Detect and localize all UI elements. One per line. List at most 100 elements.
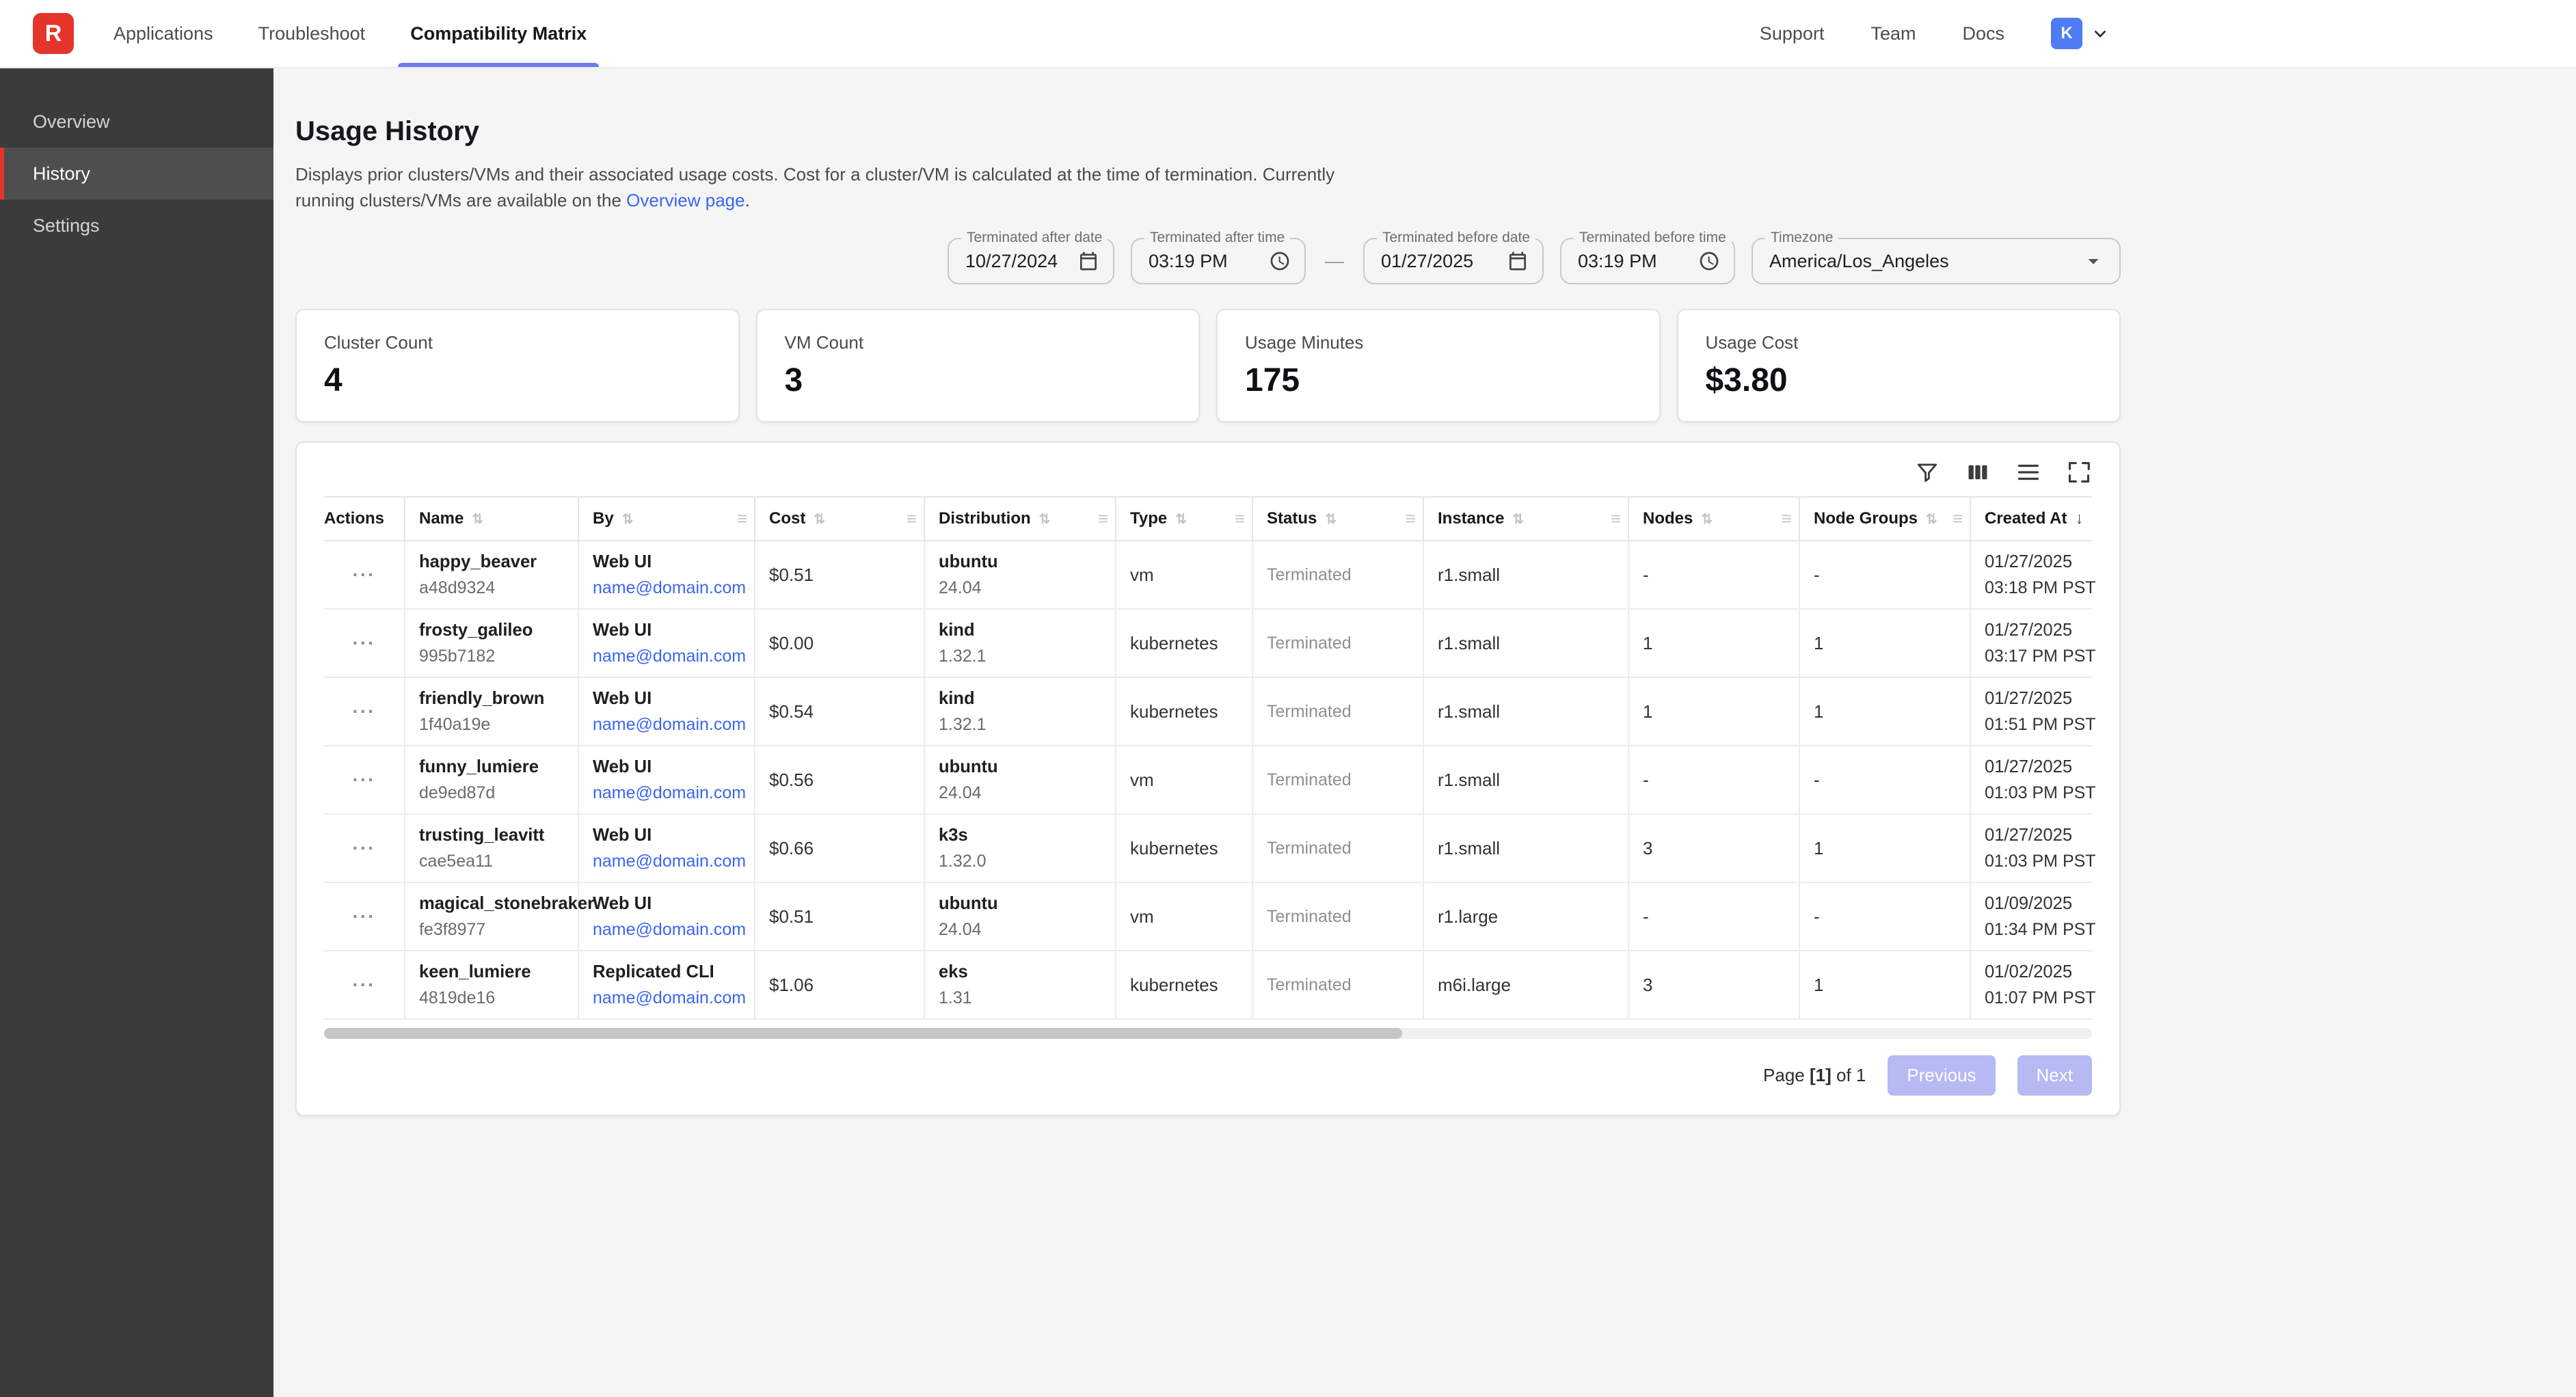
creator-email-link[interactable]: name@domain.com <box>593 578 746 597</box>
filter-button[interactable] <box>1914 459 1940 485</box>
horizontal-scrollbar-thumb[interactable] <box>324 1028 1402 1039</box>
sort-descending-icon[interactable]: ↓ <box>2075 509 2083 528</box>
sort-icon[interactable]: ⇅ <box>814 512 825 527</box>
column-header-created-at[interactable]: Created At↓ <box>1970 497 2092 541</box>
status-cell: Terminated <box>1252 609 1423 677</box>
creator-email-link[interactable]: name@domain.com <box>593 715 746 734</box>
table-header-row: ActionsName⇅By⇅≡Cost⇅≡Distribution⇅≡Type… <box>324 497 2092 541</box>
calendar-icon[interactable] <box>1507 250 1529 272</box>
density-button[interactable] <box>2015 459 2041 485</box>
column-menu-icon[interactable]: ≡ <box>1235 508 1245 530</box>
terminated-after-date-field[interactable]: Terminated after date 10/27/2024 <box>948 238 1114 284</box>
dropdown-arrow-icon[interactable] <box>2081 249 2106 273</box>
column-header-name[interactable]: Name⇅ <box>405 497 578 541</box>
name-cell: frosty_galileo 995b7182 <box>405 609 578 677</box>
clock-icon[interactable] <box>1698 250 1720 272</box>
calendar-icon[interactable] <box>1077 250 1099 272</box>
sort-icon[interactable]: ⇅ <box>1325 512 1337 527</box>
tab-troubleshoot[interactable]: Troubleshoot <box>258 0 366 67</box>
column-menu-icon[interactable]: ≡ <box>1782 508 1792 530</box>
column-header-distribution[interactable]: Distribution⇅≡ <box>924 497 1116 541</box>
row-actions-button[interactable]: ··· <box>353 974 376 995</box>
creator-email-link[interactable]: name@domain.com <box>593 852 746 871</box>
sort-icon[interactable]: ⇅ <box>1512 512 1524 527</box>
team-link[interactable]: Team <box>1870 23 1916 44</box>
sort-icon[interactable]: ⇅ <box>472 512 483 527</box>
avatar[interactable]: K <box>2051 18 2082 49</box>
timezone-select[interactable]: Timezone America/Los_Angeles <box>1752 238 2121 284</box>
terminated-after-time-field[interactable]: Terminated after time 03:19 PM <box>1131 238 1306 284</box>
creator-email-link[interactable]: name@domain.com <box>593 647 746 666</box>
cost-value: $0.54 <box>769 701 814 722</box>
column-header-actions[interactable]: Actions <box>324 497 405 541</box>
sort-icon[interactable]: ⇅ <box>1926 512 1937 527</box>
sidebar-item-overview[interactable]: Overview <box>0 96 273 148</box>
type-cell: kubernetes <box>1116 677 1252 746</box>
creator-email-link[interactable]: name@domain.com <box>593 783 746 802</box>
tab-applications[interactable]: Applications <box>113 0 213 67</box>
sort-icon[interactable]: ⇅ <box>1175 512 1187 527</box>
instance-cell: r1.small <box>1423 746 1628 814</box>
column-header-type[interactable]: Type⇅≡ <box>1116 497 1252 541</box>
row-actions-button[interactable]: ··· <box>353 564 376 585</box>
next-button[interactable]: Next <box>2017 1055 2092 1096</box>
distribution-version: 24.04 <box>939 917 1101 942</box>
column-header-nodes[interactable]: Nodes⇅≡ <box>1628 497 1799 541</box>
support-link[interactable]: Support <box>1760 23 1825 44</box>
column-menu-icon[interactable]: ≡ <box>1953 508 1963 530</box>
usage-history-table: ActionsName⇅By⇅≡Cost⇅≡Distribution⇅≡Type… <box>324 496 2092 1020</box>
column-menu-icon[interactable]: ≡ <box>1406 508 1416 530</box>
nodes-cell: - <box>1628 882 1799 951</box>
row-actions-button[interactable]: ··· <box>353 906 376 927</box>
creator-email-link[interactable]: name@domain.com <box>593 988 746 1007</box>
created-at-cell: 01/27/2025 03:18 PM PST <box>1970 541 2092 609</box>
terminated-before-date-field[interactable]: Terminated before date 01/27/2025 <box>1363 238 1544 284</box>
type-cell: vm <box>1116 541 1252 609</box>
by-cell: Web UI name@domain.com <box>578 882 755 951</box>
overview-page-link[interactable]: Overview page <box>626 190 744 211</box>
row-actions-button[interactable]: ··· <box>353 701 376 722</box>
field-label: Terminated before time <box>1574 230 1732 246</box>
by-cell: Web UI name@domain.com <box>578 677 755 746</box>
fullscreen-button[interactable] <box>2066 459 2092 485</box>
previous-button[interactable]: Previous <box>1888 1055 1995 1096</box>
tab-compatibility-matrix[interactable]: Compatibility Matrix <box>410 0 587 67</box>
row-actions-button[interactable]: ··· <box>353 632 376 653</box>
column-menu-icon[interactable]: ≡ <box>1098 508 1108 530</box>
sidebar-item-history[interactable]: History <box>0 148 273 200</box>
columns-button[interactable] <box>1965 459 1991 485</box>
sort-icon[interactable]: ⇅ <box>1701 512 1713 527</box>
instance-cell: r1.small <box>1423 609 1628 677</box>
column-header-status[interactable]: Status⇅≡ <box>1252 497 1423 541</box>
row-actions-button[interactable]: ··· <box>353 769 376 790</box>
sort-icon[interactable]: ⇅ <box>622 512 634 527</box>
account-menu-button[interactable]: K <box>2051 18 2111 49</box>
column-header-instance[interactable]: Instance⇅≡ <box>1423 497 1628 541</box>
column-menu-icon[interactable]: ≡ <box>737 508 747 530</box>
column-menu-icon[interactable]: ≡ <box>1611 508 1621 530</box>
column-header-node-groups[interactable]: Node Groups⇅≡ <box>1799 497 1970 541</box>
column-header-cost[interactable]: Cost⇅≡ <box>755 497 924 541</box>
created-date: 01/27/2025 <box>1985 686 2078 711</box>
status-text: Terminated <box>1267 634 1352 653</box>
sidebar-item-settings[interactable]: Settings <box>0 200 273 252</box>
replicated-logo[interactable]: R <box>33 13 74 54</box>
cluster-id: 995b7182 <box>419 643 564 669</box>
stat-value: 175 <box>1245 362 1632 399</box>
column-header-by[interactable]: By ⇅ ≡ <box>578 497 755 541</box>
column-label: By <box>593 509 614 528</box>
terminated-before-time-field[interactable]: Terminated before time 03:19 PM <box>1560 238 1735 284</box>
horizontal-scrollbar[interactable] <box>324 1028 2092 1039</box>
clock-icon[interactable] <box>1269 250 1291 272</box>
column-menu-icon[interactable]: ≡ <box>907 508 917 530</box>
instance-value: r1.small <box>1438 633 1500 653</box>
node-groups-value: - <box>1814 906 1820 927</box>
node-groups-value: - <box>1814 565 1820 585</box>
sort-icon[interactable]: ⇅ <box>1039 512 1051 527</box>
distribution-name: ubuntu <box>939 549 1101 575</box>
created-date: 01/02/2025 <box>1985 959 2078 985</box>
docs-link[interactable]: Docs <box>1962 23 2004 44</box>
creator-email-link[interactable]: name@domain.com <box>593 920 746 939</box>
created-by-source: Web UI <box>593 891 740 917</box>
row-actions-button[interactable]: ··· <box>353 837 376 858</box>
